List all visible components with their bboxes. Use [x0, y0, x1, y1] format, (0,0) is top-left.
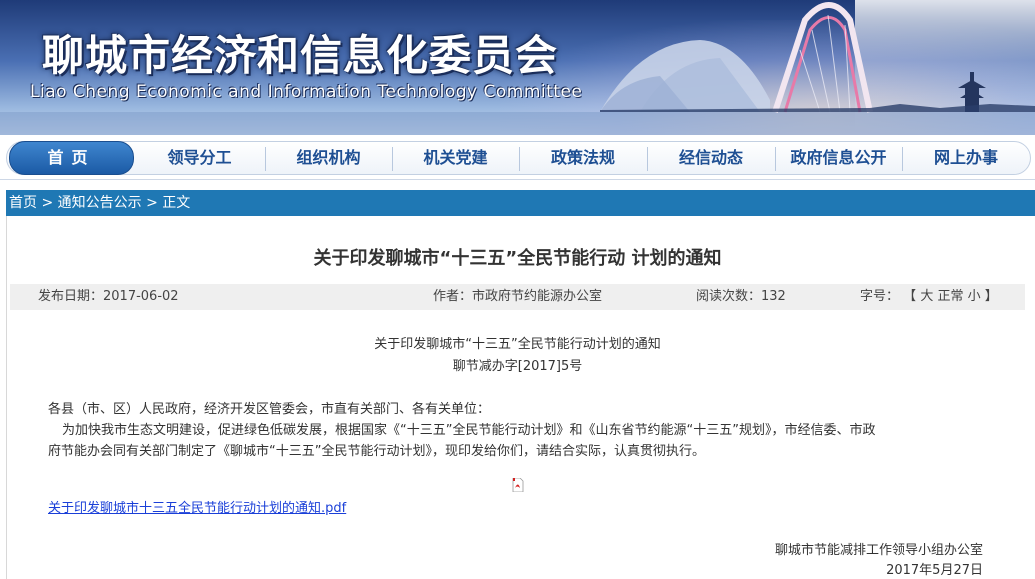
nav-item-leadership[interactable]: 领导分工: [137, 142, 262, 174]
bracket-close: 】: [984, 289, 998, 304]
nav-item-home[interactable]: 首页: [9, 141, 134, 175]
article-meta: 发布日期：2017-06-02 作者：市政府节约能源办公室 阅读次数：132 字…: [10, 284, 1025, 310]
site-title: 聊城市经济和信息化委员会: [42, 31, 559, 80]
nav-item-news[interactable]: 经信动态: [647, 142, 775, 174]
author-label: 作者：: [433, 289, 473, 304]
font-size-small-button[interactable]: 小: [968, 289, 981, 304]
pdf-icon[interactable]: [512, 478, 524, 492]
author: 作者：市政府节约能源办公室: [433, 284, 602, 310]
breadcrumb-home-link[interactable]: 首页: [9, 190, 37, 216]
author-value: 市政府节约能源办公室: [472, 289, 603, 304]
publish-date-label: 发布日期：: [38, 289, 104, 304]
publish-date: 发布日期：2017-06-02: [38, 284, 179, 310]
view-count-label: 阅读次数：: [696, 289, 762, 304]
font-size-label: 字号：: [860, 289, 900, 304]
publish-date-value: 2017-06-02: [103, 289, 179, 304]
header-banner: 聊城市经济和信息化委员会 Liao Cheng Economic and Inf…: [0, 0, 1035, 135]
main-nav: 首页 领导分工 组织机构 机关党建 政策法规 经信动态 政府信息公开 网上办事: [0, 135, 1035, 180]
page: 聊城市经济和信息化委员会 Liao Cheng Economic and Inf…: [0, 0, 1035, 579]
breadcrumb-separator: >: [37, 195, 58, 211]
view-count: 阅读次数：132: [696, 284, 786, 310]
document-number: 聊节减办字[2017]5号: [452, 359, 583, 374]
font-size-normal-button[interactable]: 正常: [937, 289, 963, 304]
salutation: 各县（市、区）人民政府，经济开发区管委会，市直有关部门、各有关单位：: [48, 402, 491, 417]
article-title: 关于印发聊城市“十三五”全民节能行动 计划的通知: [313, 248, 722, 269]
nav-item-gov-info[interactable]: 政府信息公开: [775, 142, 902, 174]
bracket-open: 【: [903, 289, 917, 304]
body-paragraph-line1: 为加快我市生态文明建设，促进绿色低碳发展，根据国家《“十三五”全民节能行动计划》…: [62, 423, 876, 438]
site-subtitle: Liao Cheng Economic and Information Tech…: [30, 82, 583, 102]
nav-item-party-building[interactable]: 机关党建: [392, 142, 519, 174]
signature: 聊城市节能减排工作领导小组办公室: [774, 543, 983, 558]
document-title: 关于印发聊城市“十三五”全民节能行动计划的通知: [374, 337, 661, 352]
view-count-value: 132: [761, 289, 786, 304]
breadcrumb-current: 正文: [162, 195, 191, 211]
body-paragraph-line2: 府节能办会同有关部门制定了《聊城市“十三五”全民节能行动计划》，现印发给你们，请…: [48, 444, 705, 459]
nav-item-organization[interactable]: 组织机构: [265, 142, 392, 174]
nav-bar: 首页 领导分工 组织机构 机关党建 政策法规 经信动态 政府信息公开 网上办事: [6, 141, 1031, 175]
font-size-control: 字号： 【 大 正常 小 】: [860, 284, 998, 310]
nav-item-online-services[interactable]: 网上办事: [902, 142, 1030, 174]
breadcrumb-separator: >: [141, 195, 163, 211]
font-size-large-button[interactable]: 大: [920, 289, 933, 304]
breadcrumb: 首页 > 通知公告公示 > 正文: [6, 190, 1035, 216]
nav-item-policies[interactable]: 政策法规: [519, 142, 647, 174]
signature-date: 2017年5月27日: [886, 563, 983, 578]
breadcrumb-section-link[interactable]: 通知公告公示: [58, 190, 142, 216]
attachment-link[interactable]: 关于印发聊城市十三五全民节能行动计划的通知.pdf: [48, 497, 346, 516]
